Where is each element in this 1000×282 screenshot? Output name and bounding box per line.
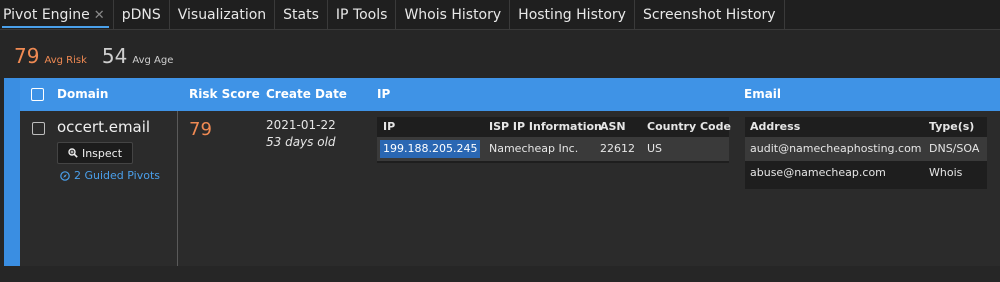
table-header: Domain Risk Score Create Date IP Email bbox=[20, 78, 1000, 111]
email-table: Address Type(s) audit@namecheaphosting.c… bbox=[745, 117, 987, 189]
create-date-value: 2021-01-22 bbox=[266, 118, 336, 132]
tab-hosting-history[interactable]: Hosting History bbox=[510, 0, 635, 30]
email-row: abuse@namecheap.com Whois bbox=[745, 161, 987, 185]
guided-pivots-link[interactable]: 2 Guided Pivots bbox=[60, 169, 160, 182]
country-code-value[interactable]: US bbox=[647, 137, 662, 161]
avg-age-stat: 54 Avg Age bbox=[102, 44, 174, 68]
row-checkbox[interactable] bbox=[32, 122, 45, 135]
tab-label: Pivot Engine bbox=[3, 7, 90, 23]
column-domain[interactable]: Domain bbox=[57, 78, 108, 111]
asn-header: ASN bbox=[600, 120, 626, 133]
country-code-header: Country Code bbox=[647, 120, 731, 133]
table-footer bbox=[0, 266, 1000, 282]
avg-risk-label: Avg Risk bbox=[44, 55, 87, 66]
tab-label: IP Tools bbox=[335, 7, 388, 23]
email-type: DNS/SOA bbox=[929, 142, 980, 155]
asn-value[interactable]: 22612 bbox=[600, 137, 635, 161]
avg-age-label: Avg Age bbox=[132, 55, 174, 66]
ip-address[interactable]: 199.188.205.245 bbox=[380, 140, 481, 158]
ip-table: IP ISP IP Information ASN Country Code 1… bbox=[377, 117, 731, 163]
isp-value[interactable]: Namecheap Inc. bbox=[489, 137, 578, 161]
summary-stats: 79 Avg Risk 54 Avg Age bbox=[14, 44, 188, 68]
table-row: occert.email Inspect 2 Guided Pivots 79 … bbox=[20, 111, 1000, 266]
column-divider bbox=[177, 111, 178, 266]
email-table-header: Address Type(s) bbox=[745, 117, 987, 137]
column-ip[interactable]: IP bbox=[377, 78, 390, 111]
column-email[interactable]: Email bbox=[744, 78, 781, 111]
tab-label: Hosting History bbox=[518, 7, 626, 23]
avg-risk-stat: 79 Avg Risk bbox=[14, 44, 87, 68]
tab-label: Whois History bbox=[404, 7, 502, 23]
tab-label: Screenshot History bbox=[642, 7, 776, 23]
ip-table-header: IP ISP IP Information ASN Country Code bbox=[377, 117, 731, 137]
types-header: Type(s) bbox=[929, 120, 975, 133]
tab-visualization[interactable]: Visualization bbox=[170, 0, 276, 30]
email-row: audit@namecheaphosting.com DNS/SOA bbox=[745, 137, 987, 161]
column-risk-score[interactable]: Risk Score bbox=[189, 78, 260, 111]
email-address[interactable]: audit@namecheaphosting.com bbox=[750, 137, 922, 161]
inspect-button[interactable]: Inspect bbox=[57, 142, 133, 164]
tab-ip-tools[interactable]: IP Tools bbox=[328, 0, 397, 30]
accent-bar bbox=[4, 78, 20, 266]
risk-score-value: 79 bbox=[189, 119, 212, 140]
ip-header: IP bbox=[383, 120, 396, 133]
tab-whois-history[interactable]: Whois History bbox=[396, 0, 511, 30]
compass-icon bbox=[60, 170, 70, 181]
select-all-checkbox[interactable] bbox=[31, 88, 44, 101]
tab-pivot-engine[interactable]: Pivot Engine ✕ bbox=[0, 0, 114, 30]
domain-name[interactable]: occert.email bbox=[57, 118, 150, 136]
email-type: Whois bbox=[929, 166, 963, 179]
close-icon[interactable]: ✕ bbox=[94, 8, 105, 23]
guided-pivots-label: 2 Guided Pivots bbox=[74, 169, 161, 182]
address-header: Address bbox=[750, 120, 801, 133]
domain-age-value: 53 days old bbox=[266, 135, 336, 149]
avg-risk-value: 79 bbox=[14, 44, 40, 68]
tab-screenshot-history[interactable]: Screenshot History bbox=[635, 0, 785, 30]
tab-label: pDNS bbox=[121, 7, 161, 23]
tab-label: Visualization bbox=[177, 7, 267, 23]
avg-age-value: 54 bbox=[101, 44, 128, 68]
zoom-icon bbox=[68, 148, 78, 158]
tab-bar: Pivot Engine ✕ pDNS Visualization Stats … bbox=[0, 0, 1000, 30]
column-create-date[interactable]: Create Date bbox=[266, 78, 347, 111]
isp-header: ISP IP Information bbox=[489, 120, 602, 133]
tab-pdns[interactable]: pDNS bbox=[114, 0, 170, 30]
tab-label: Stats bbox=[283, 7, 319, 23]
ip-table-row: 199.188.205.245 Namecheap Inc. 22612 US bbox=[377, 137, 729, 161]
inspect-label: Inspect bbox=[81, 146, 123, 160]
tab-stats[interactable]: Stats bbox=[275, 0, 328, 30]
email-address[interactable]: abuse@namecheap.com bbox=[750, 161, 886, 185]
